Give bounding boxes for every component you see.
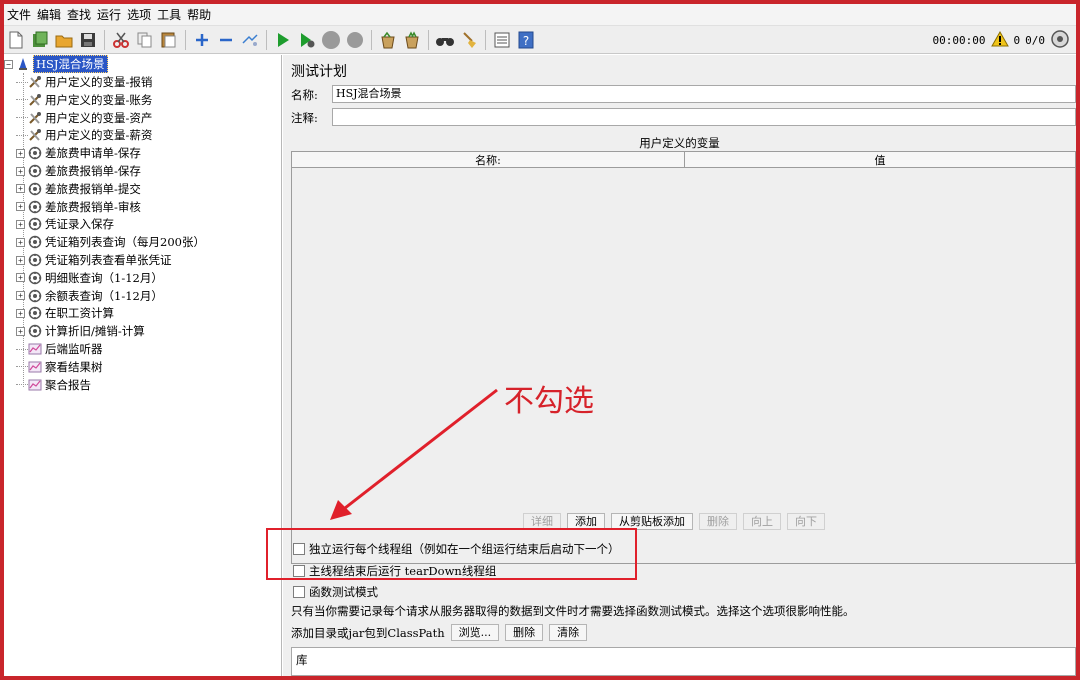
annotation-arrow bbox=[330, 388, 498, 520]
